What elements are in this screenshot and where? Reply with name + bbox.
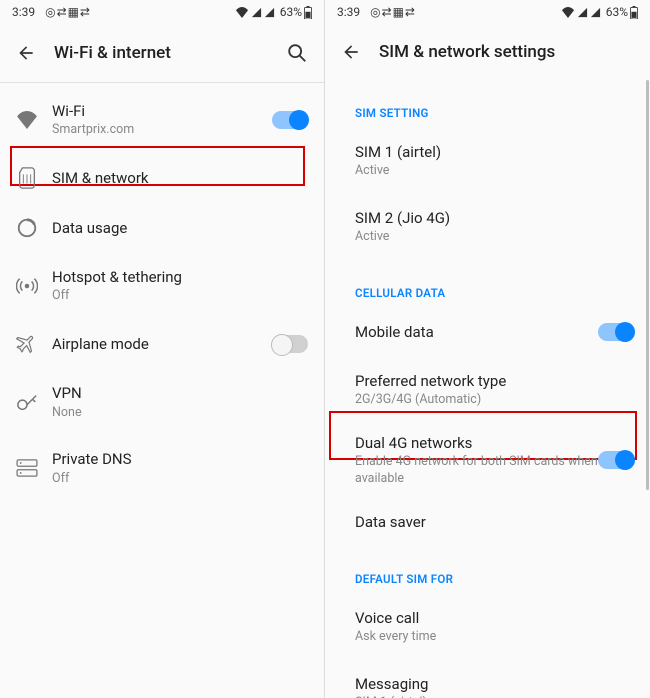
- row-vpn[interactable]: VPN None: [0, 369, 324, 435]
- row-messaging[interactable]: Messaging SIM 1 (airtel): [339, 660, 650, 698]
- row-title: SIM & network: [52, 168, 308, 188]
- wifi-signal-icon: [235, 7, 249, 18]
- section-label-cellular: CELLULAR DATA: [339, 260, 650, 308]
- row-title: Airplane mode: [52, 334, 272, 354]
- row-airplane[interactable]: Airplane mode: [0, 319, 324, 369]
- settings-list: SIM SETTING SIM 1 (airtel) Active SIM 2 …: [325, 80, 650, 698]
- row-title: SIM 2 (Jio 4G): [355, 208, 634, 228]
- row-subtitle: Ask every time: [355, 629, 634, 646]
- status-time: 3:39: [337, 5, 360, 19]
- row-voice-call[interactable]: Voice call Ask every time: [339, 594, 650, 660]
- row-sim2[interactable]: SIM 2 (Jio 4G) Active: [339, 194, 650, 260]
- status-notif-icons: ◎ ⇄ ▦ ⇄: [370, 5, 414, 19]
- battery-percent: 63%: [280, 5, 302, 19]
- battery-icon: [630, 6, 638, 19]
- wifi-signal-icon: [561, 7, 575, 18]
- header: Wi-Fi & internet: [0, 24, 324, 83]
- vpn-icon: [16, 391, 38, 413]
- section-label-default-sim: DEFAULT SIM FOR: [339, 546, 650, 594]
- status-bar: 3:39 ◎ ⇄ ▦ ⇄ 63%: [325, 0, 650, 24]
- row-subtitle: 2G/3G/4G (Automatic): [355, 392, 634, 409]
- battery-percent: 63%: [606, 5, 628, 19]
- data-usage-icon: [16, 217, 38, 239]
- hotspot-icon: [16, 275, 38, 297]
- section-label-sim: SIM SETTING: [339, 80, 650, 128]
- row-title: Dual 4G networks: [355, 433, 598, 453]
- cell-signal-icon: [577, 7, 588, 18]
- cell-signal-icon: [251, 7, 262, 18]
- status-bar: 3:39 ◎ ⇄ ▦ ⇄ 63%: [0, 0, 324, 24]
- row-data-usage[interactable]: Data usage: [0, 203, 324, 253]
- row-sim1[interactable]: SIM 1 (airtel) Active: [339, 128, 650, 194]
- sim-icon: [16, 167, 38, 189]
- row-title: Mobile data: [355, 322, 598, 342]
- search-icon[interactable]: [286, 42, 308, 64]
- wifi-toggle[interactable]: [272, 111, 308, 129]
- row-title: Preferred network type: [355, 371, 634, 391]
- row-mobile-data[interactable]: Mobile data: [339, 308, 650, 356]
- header: SIM & network settings: [325, 24, 650, 80]
- cell-signal-icon-2: [590, 7, 601, 18]
- dual-4g-toggle[interactable]: [598, 451, 634, 469]
- row-title: Voice call: [355, 608, 634, 628]
- mobile-data-toggle[interactable]: [598, 323, 634, 341]
- row-title: Hotspot & tethering: [52, 267, 308, 287]
- screen-sim-network-settings: 3:39 ◎ ⇄ ▦ ⇄ 63%: [325, 0, 650, 698]
- row-subtitle: Enable 4G network for both SIM cards whe…: [355, 454, 598, 488]
- cell-signal-icon-2: [264, 7, 275, 18]
- row-subtitle: Active: [355, 229, 634, 246]
- battery-icon: [304, 6, 312, 19]
- wifi-icon: [16, 109, 38, 131]
- row-title: Messaging: [355, 674, 634, 694]
- row-private-dns[interactable]: Private DNS Off: [0, 435, 324, 501]
- row-subtitle: None: [52, 405, 308, 422]
- airplane-toggle[interactable]: [272, 335, 308, 353]
- row-sim-network[interactable]: SIM & network: [0, 153, 324, 203]
- row-title: Private DNS: [52, 449, 308, 469]
- page-title: Wi-Fi & internet: [54, 43, 286, 63]
- page-title: SIM & network settings: [379, 42, 634, 62]
- status-time: 3:39: [12, 5, 35, 19]
- back-icon[interactable]: [16, 43, 36, 63]
- back-icon[interactable]: [341, 42, 361, 62]
- status-notif-icons: ◎ ⇄ ▦ ⇄: [45, 5, 89, 19]
- row-data-saver[interactable]: Data saver: [339, 498, 650, 546]
- row-title: Wi-Fi: [52, 101, 272, 121]
- row-title: Data usage: [52, 218, 308, 238]
- dns-icon: [16, 457, 38, 479]
- row-title: SIM 1 (airtel): [355, 142, 634, 162]
- row-wifi[interactable]: Wi-Fi Smartprix.com: [0, 87, 324, 153]
- row-title: VPN: [52, 383, 308, 403]
- row-preferred-network[interactable]: Preferred network type 2G/3G/4G (Automat…: [339, 357, 650, 423]
- row-dual-4g[interactable]: Dual 4G networks Enable 4G network for b…: [339, 423, 650, 498]
- settings-list: Wi-Fi Smartprix.com SIM & network Dat: [0, 83, 324, 502]
- airplane-icon: [16, 333, 38, 355]
- screen-wifi-internet: 3:39 ◎ ⇄ ▦ ⇄ 63%: [0, 0, 325, 698]
- row-title: Data saver: [355, 512, 634, 532]
- row-subtitle: Active: [355, 163, 634, 180]
- row-subtitle: Off: [52, 288, 308, 305]
- row-hotspot[interactable]: Hotspot & tethering Off: [0, 253, 324, 319]
- row-subtitle: Off: [52, 471, 308, 488]
- row-subtitle: Smartprix.com: [52, 122, 272, 139]
